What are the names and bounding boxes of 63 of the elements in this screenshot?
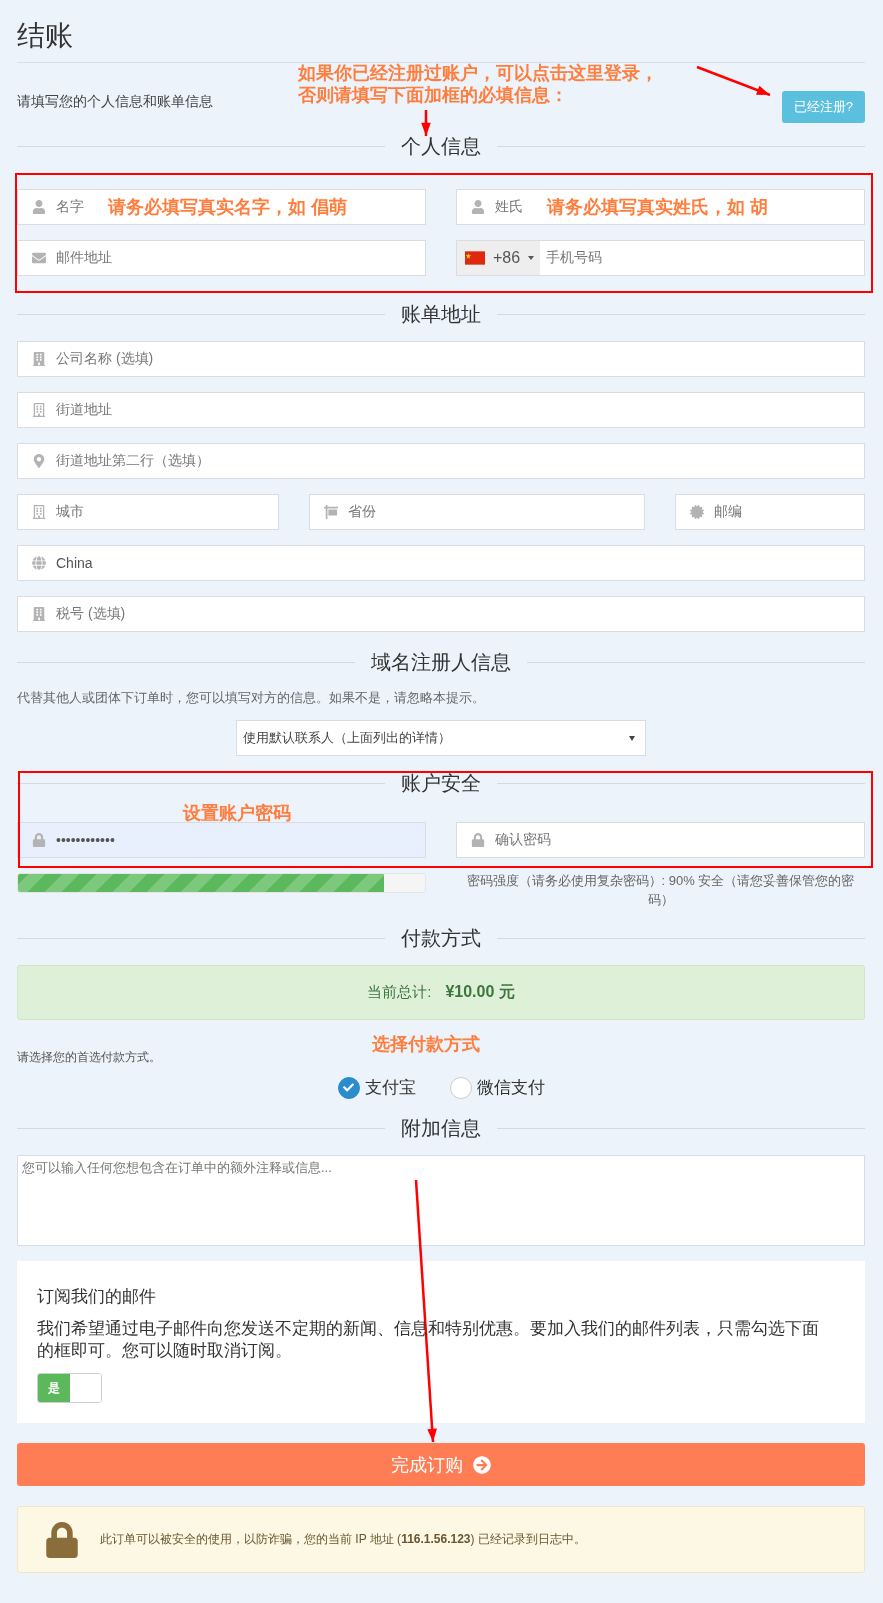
input-field[interactable]: 街道地址 [17, 392, 865, 428]
country-code-dropdown[interactable]: +86 [457, 241, 541, 275]
annotation-text: 设置账户密码 [183, 802, 291, 824]
building-outline-icon [32, 505, 46, 519]
section-heading: 账单地址 [401, 301, 481, 327]
security-notice-text: 此订单可以被安全的使用，以防诈骗，您的当前 IP 地址 (116.1.56.123) 已经记录到日志中。 [100, 1531, 586, 1548]
total-label: 当前总计: [367, 983, 432, 1002]
page-title: 结账 [17, 14, 865, 63]
input-field[interactable]: 名字 请务必填写真实名字，如 倡萌 [17, 189, 426, 225]
annotation-text: 请务必填写真实姓氏，如 胡 [547, 196, 768, 219]
input-field[interactable]: 邮件地址 [17, 240, 426, 276]
input-field[interactable]: 确认密码 [456, 822, 865, 858]
globe-icon [32, 556, 46, 570]
building-icon [32, 607, 46, 621]
section-heading: 域名注册人信息 [371, 649, 511, 675]
notes-textarea[interactable]: 您可以输入任何您想包含在订单中的额外注释或信息... [17, 1155, 865, 1246]
payment-prompt: 请选择您的首选付款方式。 [17, 1049, 161, 1066]
annotation-arrow [421, 110, 431, 136]
input-field[interactable]: 邮编 [675, 494, 865, 530]
annotation-text: 选择付款方式 [372, 1033, 480, 1056]
phone-field[interactable]: +86 手机号码 [456, 240, 865, 276]
lock-icon [32, 833, 46, 847]
signpost-icon [324, 505, 338, 519]
annotation-text: 否则请填写下面加框的必填信息： [298, 84, 569, 106]
input-field[interactable]: 公司名称 (选填) [17, 341, 865, 377]
newsletter-title: 订阅我们的邮件 [37, 1286, 157, 1308]
building-outline-icon [32, 403, 46, 417]
input-field[interactable]: 税号 (选填) [17, 596, 865, 632]
total-amount: ¥10.00 元 [445, 982, 515, 1002]
payment-option[interactable]: 支付宝 [337, 1076, 416, 1099]
contact-select[interactable]: 使用默认联系人（上面列出的详情） [236, 720, 646, 756]
intro-text: 请填写您的个人信息和账单信息 [17, 93, 213, 111]
input-field[interactable]: China [17, 545, 865, 581]
lock-icon [44, 1521, 80, 1558]
section-heading: 付款方式 [401, 925, 481, 951]
building-icon [32, 352, 46, 366]
envelope-icon [32, 251, 46, 265]
flag-icon [465, 251, 485, 265]
submit-button[interactable]: 完成订购 [17, 1443, 865, 1486]
section-heading: 附加信息 [401, 1115, 481, 1141]
input-field[interactable]: •••••••••••• [17, 822, 426, 858]
newsletter-toggle[interactable]: 是 [37, 1373, 102, 1403]
payment-option[interactable]: 微信支付 [449, 1076, 545, 1099]
user-icon [471, 200, 485, 214]
annotation-text: 请务必填写真实名字，如 倡萌 [108, 196, 347, 219]
check-icon [343, 1082, 354, 1093]
input-field[interactable]: 街道地址第二行（选填） [17, 443, 865, 479]
input-field[interactable]: 省份 [309, 494, 645, 530]
caret-icon [629, 735, 635, 741]
radio-button[interactable] [337, 1076, 360, 1099]
section-heading: 账户安全 [401, 770, 481, 796]
lock-icon [471, 833, 485, 847]
certificate-icon [690, 505, 704, 519]
section-heading: 个人信息 [401, 133, 481, 159]
input-field[interactable]: 姓氏 请务必填写真实姓氏，如 胡 [456, 189, 865, 225]
annotation-text: 如果你已经注册过账户，可以点击这里登录， [298, 62, 658, 84]
arrow-right-icon [473, 1455, 491, 1474]
map-marker-icon [32, 454, 46, 468]
radio-button[interactable] [449, 1076, 472, 1099]
password-strength-text: 密码强度（请务必使用复杂密码）: 90% 安全（请您妥善保管您的密码） [465, 872, 856, 909]
input-field[interactable]: 城市 [17, 494, 279, 530]
registrant-description: 代替其他人或团体下订单时，您可以填写对方的信息。如果不是，请忽略本提示。 [17, 689, 486, 707]
user-icon [32, 200, 46, 214]
